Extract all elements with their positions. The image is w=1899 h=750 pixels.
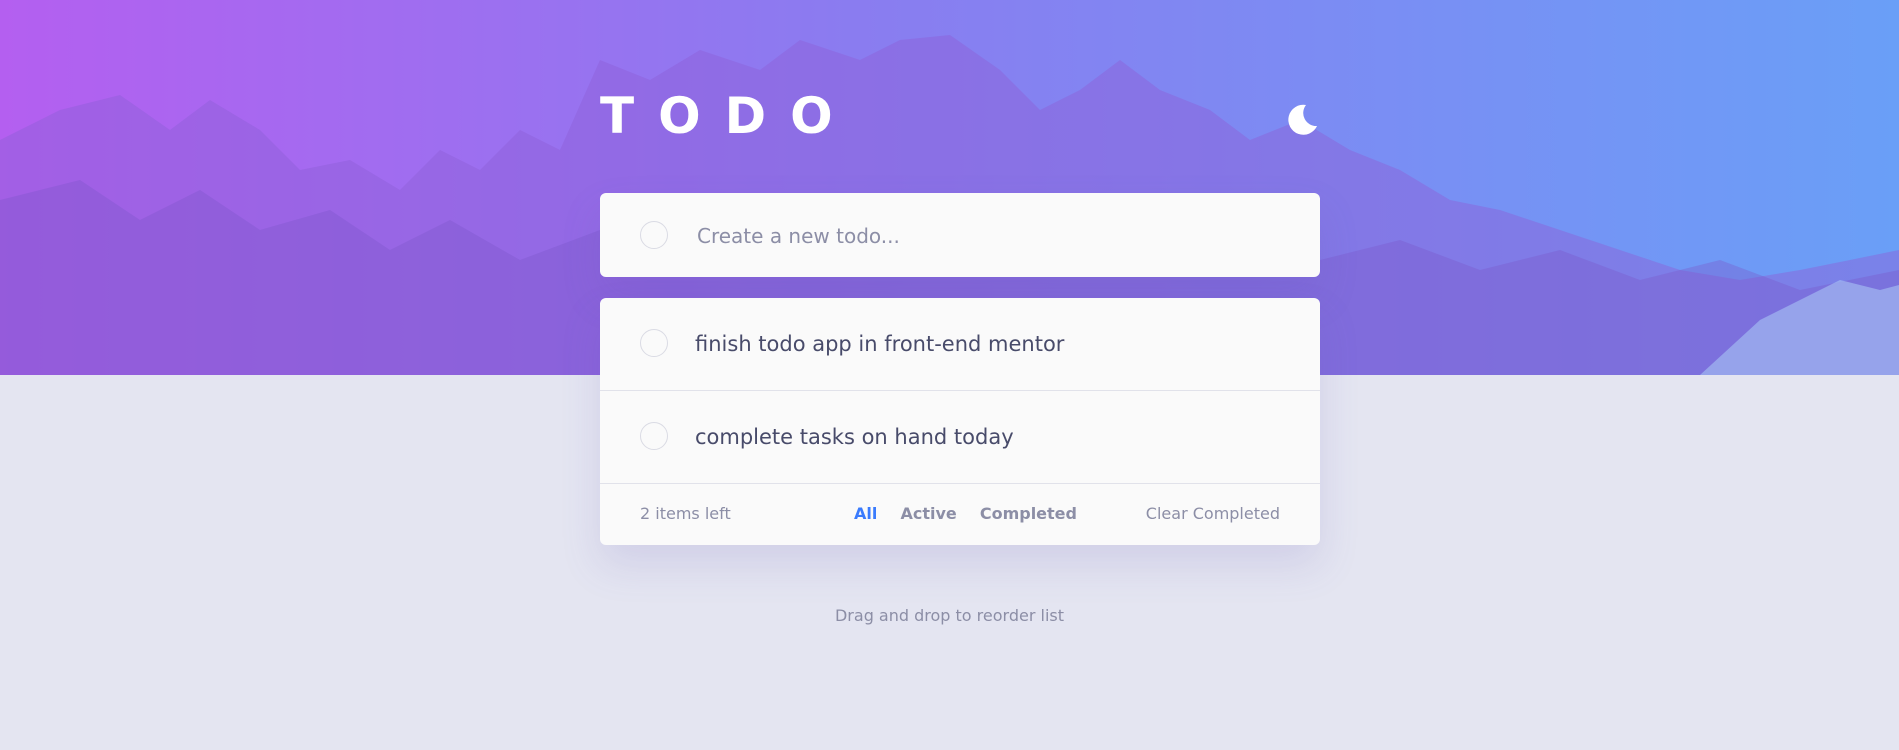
items-left-count: 2 items left (640, 504, 731, 523)
todo-item[interactable]: finish todo app in front-end mentor (600, 298, 1320, 391)
todo-text: finish todo app in front-end mentor (695, 332, 1065, 356)
todo-check-circle[interactable] (640, 329, 668, 357)
moon-icon[interactable] (1284, 102, 1320, 138)
todo-list: finish todo app in front-end mentor comp… (600, 298, 1320, 545)
filter-group: All Active Completed (854, 504, 1095, 523)
header: TODO (600, 86, 1320, 146)
new-todo-check-circle[interactable] (640, 221, 668, 249)
app-title: TODO (600, 87, 857, 145)
new-todo-input[interactable] (695, 215, 1279, 257)
drag-drop-hint: Drag and drop to reorder list (834, 606, 1064, 625)
todo-footer: 2 items left All Active Completed Clear … (600, 484, 1320, 545)
todo-text: complete tasks on hand today (695, 425, 1014, 449)
clear-completed-button[interactable]: Clear Completed (1146, 504, 1280, 523)
filter-all-button[interactable]: All (854, 504, 877, 523)
todo-item[interactable]: complete tasks on hand today (600, 391, 1320, 484)
new-todo-bar (600, 193, 1320, 277)
filter-active-button[interactable]: Active (900, 504, 956, 523)
filter-completed-button[interactable]: Completed (980, 504, 1077, 523)
todo-check-circle[interactable] (640, 422, 668, 450)
